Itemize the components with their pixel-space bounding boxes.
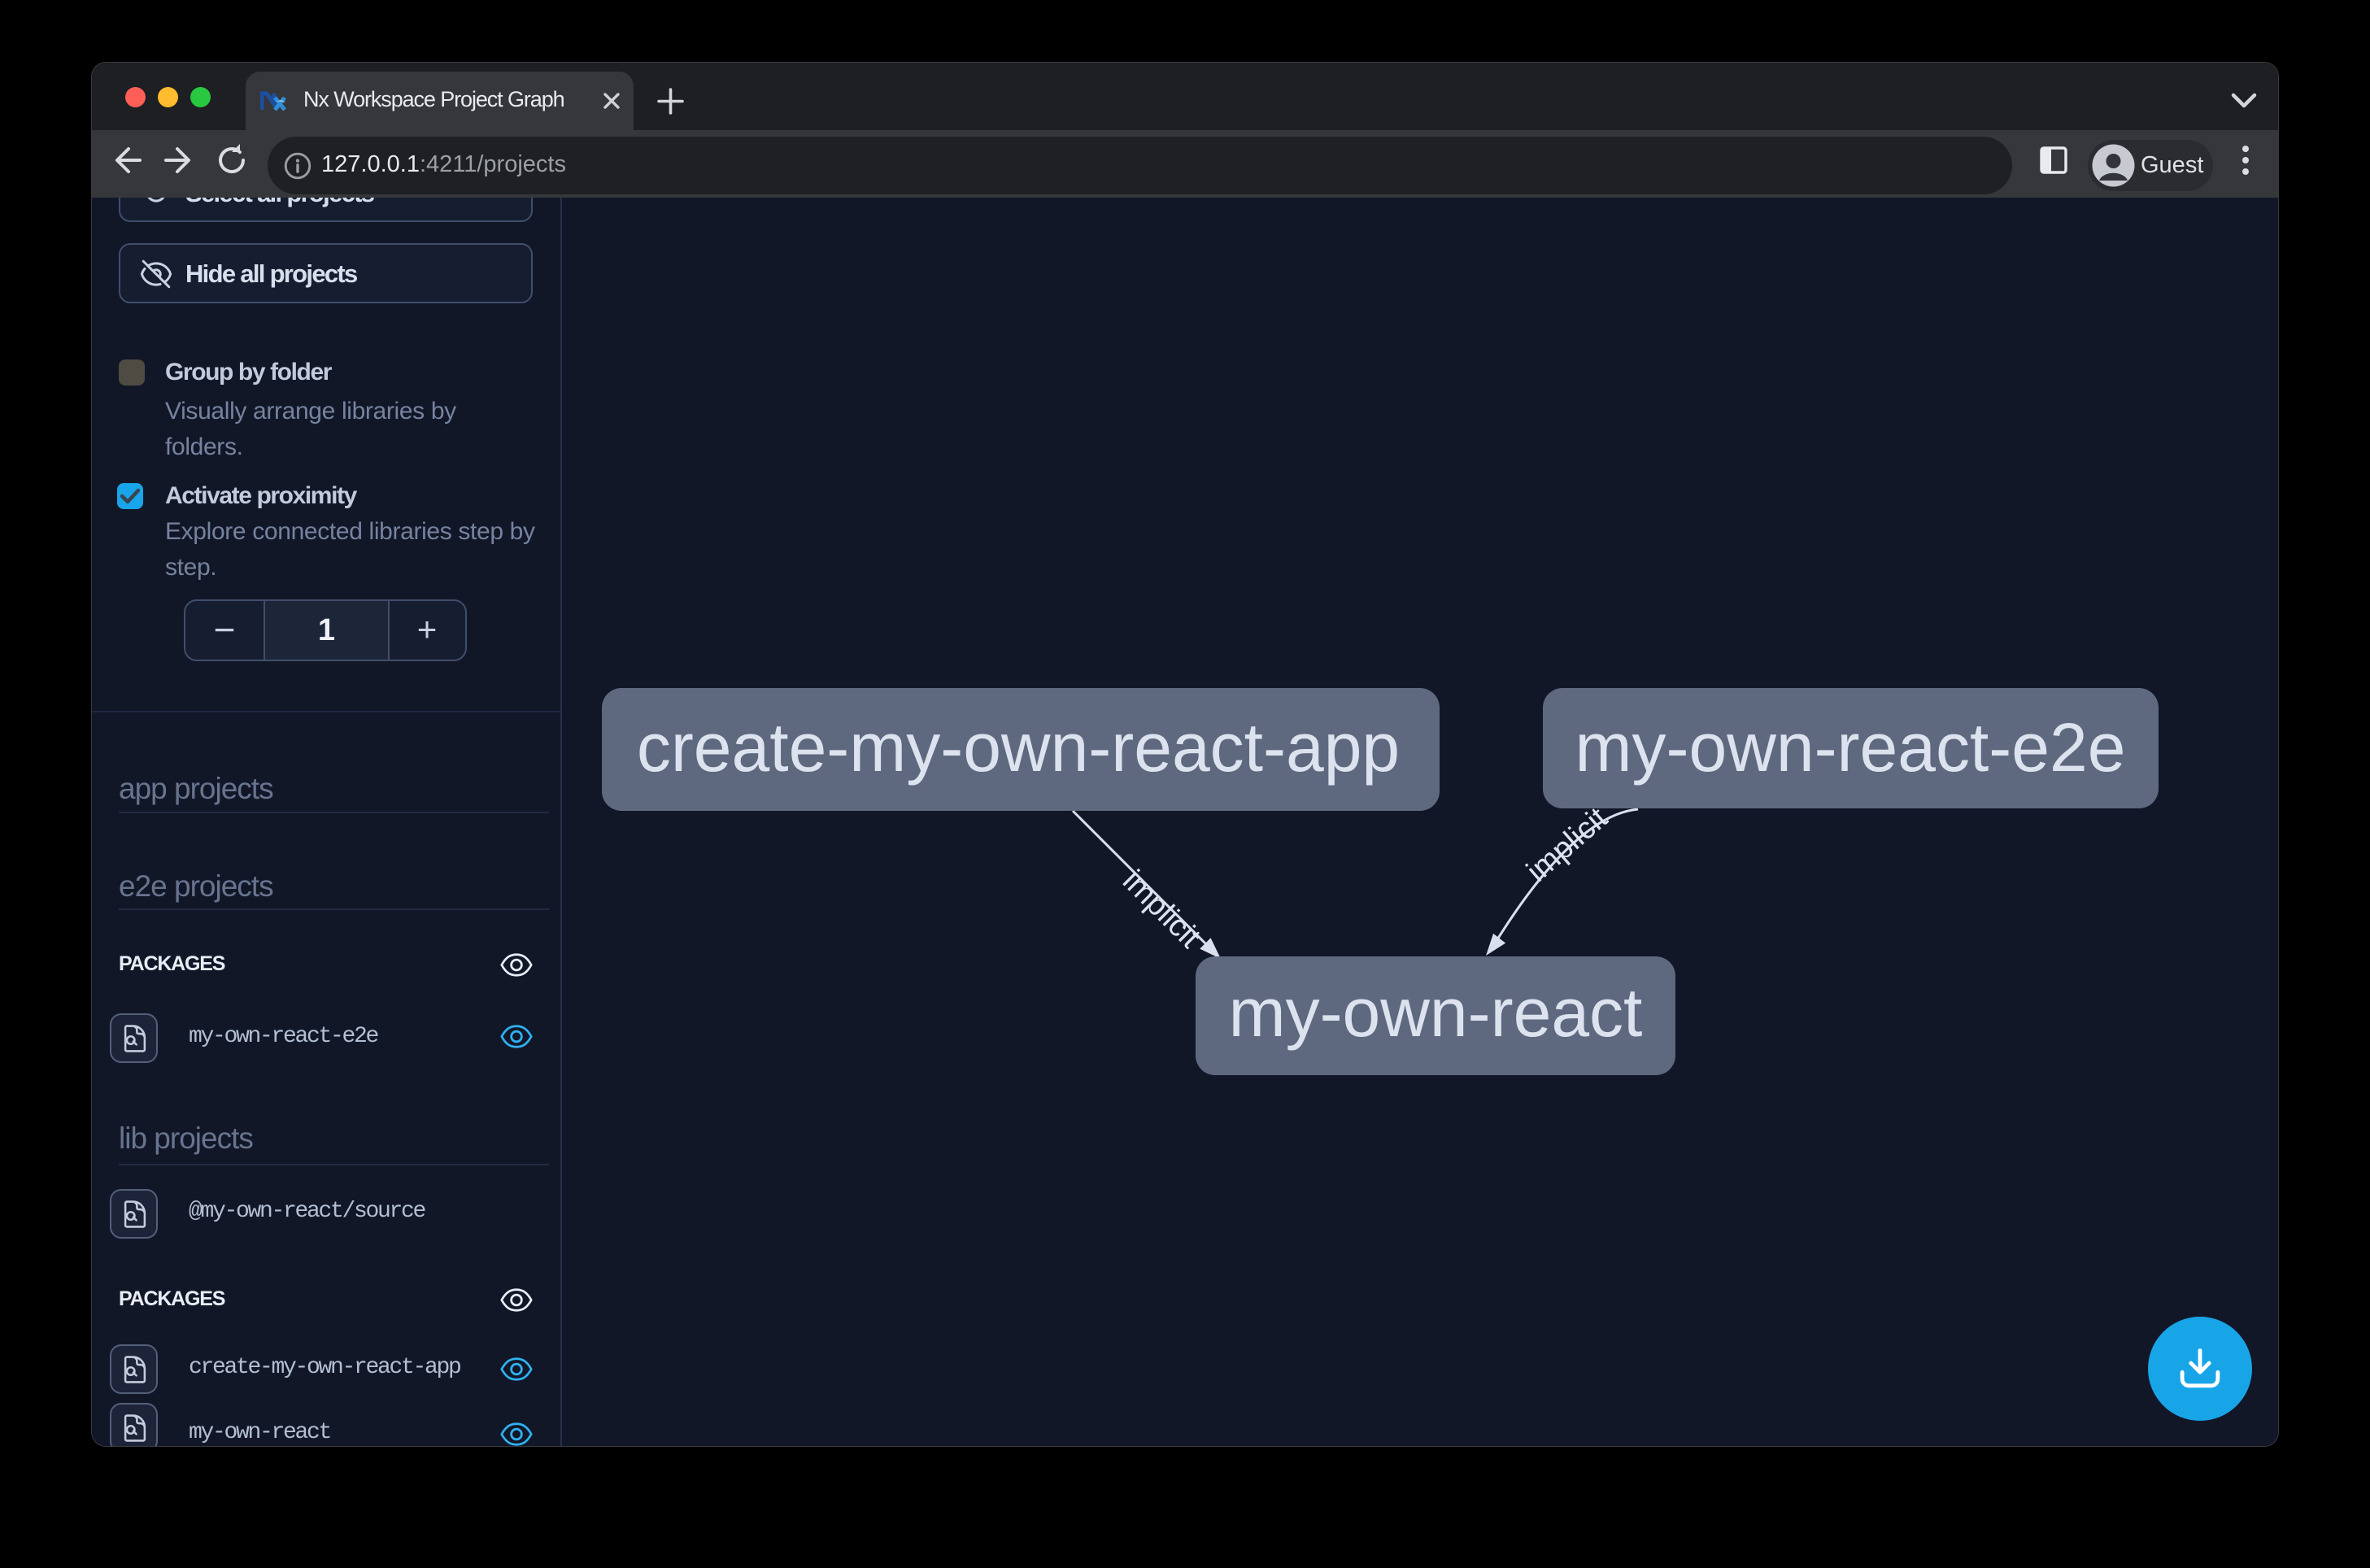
svg-text:implicit: implicit (1116, 864, 1207, 955)
svg-text:my-own-react-e2e: my-own-react-e2e (1575, 709, 2126, 786)
svg-text:create-my-own-react-app: create-my-own-react-app (637, 709, 1400, 786)
svg-text:implicit: implicit (1520, 801, 1614, 889)
svg-text:my-own-react: my-own-react (1229, 974, 1643, 1051)
